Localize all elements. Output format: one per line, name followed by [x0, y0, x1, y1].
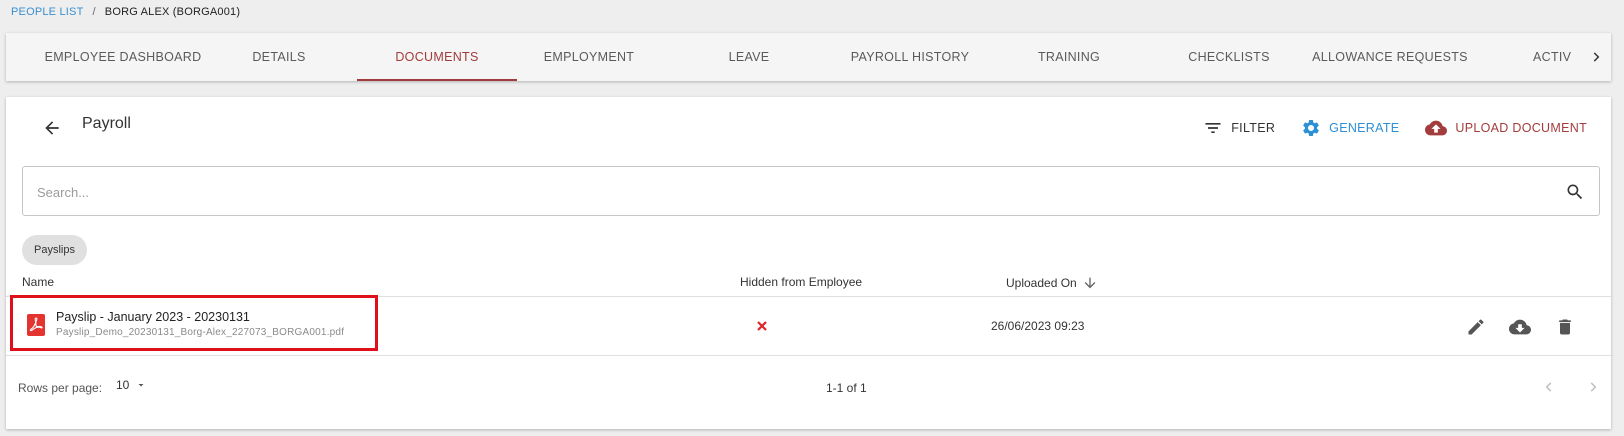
- breadcrumb-people-list-link[interactable]: PEOPLE LIST: [11, 6, 84, 18]
- filter-label: FILTER: [1231, 121, 1276, 135]
- cloud-upload-icon: [1425, 120, 1448, 136]
- breadcrumb-separator: /: [92, 6, 96, 18]
- upload-document-label: UPLOAD DOCUMENT: [1455, 121, 1587, 135]
- pagination-range: 1-1 of 1: [826, 381, 867, 395]
- column-header-name[interactable]: Name: [22, 275, 54, 289]
- back-button[interactable]: [36, 112, 68, 144]
- next-page-button[interactable]: [1579, 373, 1607, 401]
- search-icon[interactable]: [1565, 182, 1585, 202]
- rows-per-page-select[interactable]: 10: [116, 378, 147, 392]
- tab-employee-dashboard[interactable]: EMPLOYEE DASHBOARD: [43, 33, 203, 81]
- breadcrumb-current: BORG ALEX (BORGA001): [104, 6, 241, 18]
- search-input[interactable]: [35, 167, 1539, 217]
- trash-icon: [1559, 319, 1571, 335]
- chevron-right-icon: [1593, 52, 1600, 62]
- delete-button[interactable]: [1553, 315, 1577, 339]
- tab-training[interactable]: TRAINING: [989, 33, 1149, 81]
- document-title[interactable]: Payslip - January 2023 - 20230131: [56, 310, 250, 324]
- arrow-left-icon: [45, 121, 59, 135]
- chevron-left-icon: [1545, 382, 1552, 392]
- pdf-file-icon: [27, 314, 45, 336]
- row-divider: [6, 355, 1611, 356]
- tab-employment[interactable]: EMPLOYMENT: [509, 33, 669, 81]
- filter-icon: [1205, 123, 1221, 133]
- upload-document-button[interactable]: UPLOAD DOCUMENT: [1425, 117, 1587, 139]
- breadcrumb: PEOPLE LIST / BORG ALEX (BORGA001): [11, 4, 240, 20]
- chevron-right-icon: [1590, 382, 1597, 392]
- cloud-download-icon: [1509, 319, 1531, 335]
- caret-down-icon: [138, 384, 144, 387]
- arrow-down-icon: [1084, 277, 1096, 289]
- pencil-icon: [1468, 319, 1484, 335]
- generate-label: GENERATE: [1329, 121, 1400, 135]
- previous-page-button[interactable]: [1535, 373, 1563, 401]
- page-title: Payroll: [82, 115, 131, 132]
- search-field: [22, 166, 1600, 217]
- tab-payroll-history[interactable]: PAYROLL HISTORY: [830, 33, 990, 81]
- column-header-hidden[interactable]: Hidden from Employee: [740, 275, 862, 289]
- tab-leave[interactable]: LEAVE: [669, 33, 829, 81]
- filter-button[interactable]: FILTER: [1203, 118, 1275, 138]
- edit-button[interactable]: [1464, 315, 1488, 339]
- tab-scroll-right-button[interactable]: [1581, 33, 1611, 81]
- rows-per-page-label: Rows per page:: [18, 381, 103, 395]
- generate-button[interactable]: GENERATE: [1301, 118, 1399, 138]
- rows-per-page-value: 10: [116, 378, 130, 392]
- uploaded-on-value: 26/06/2023 09:23: [991, 319, 1085, 333]
- column-header-uploaded[interactable]: Uploaded On: [1006, 275, 1098, 291]
- tab-list: EMPLOYEE DASHBOARD DETAILS DOCUMENTS EMP…: [6, 33, 1581, 81]
- header-actions: FILTER GENERATE UPLOAD DOCUMENT: [1177, 112, 1587, 144]
- tab-allowance-requests[interactable]: ALLOWANCE REQUESTS: [1310, 33, 1470, 81]
- filter-chip-payslips[interactable]: Payslips: [22, 235, 87, 265]
- tab-activity-partial[interactable]: ACTIV: [1533, 33, 1581, 81]
- table-row[interactable]: Payslip - January 2023 - 20230131 Paysli…: [6, 295, 1611, 355]
- document-filename: Payslip_Demo_20230131_Borg-Alex_227073_B…: [56, 327, 345, 338]
- tab-bar: EMPLOYEE DASHBOARD DETAILS DOCUMENTS EMP…: [6, 33, 1611, 81]
- gear-icon: [1303, 119, 1319, 136]
- column-header-uploaded-label: Uploaded On: [1006, 276, 1077, 290]
- tab-documents[interactable]: DOCUMENTS: [357, 33, 517, 81]
- download-button[interactable]: [1508, 315, 1532, 339]
- x-mark-icon: [757, 321, 767, 331]
- tab-checklists[interactable]: CHECKLISTS: [1149, 33, 1309, 81]
- tab-details[interactable]: DETAILS: [199, 33, 359, 81]
- documents-panel: Payroll FILTER GENERATE UPLOAD DOCUMENT …: [6, 97, 1611, 429]
